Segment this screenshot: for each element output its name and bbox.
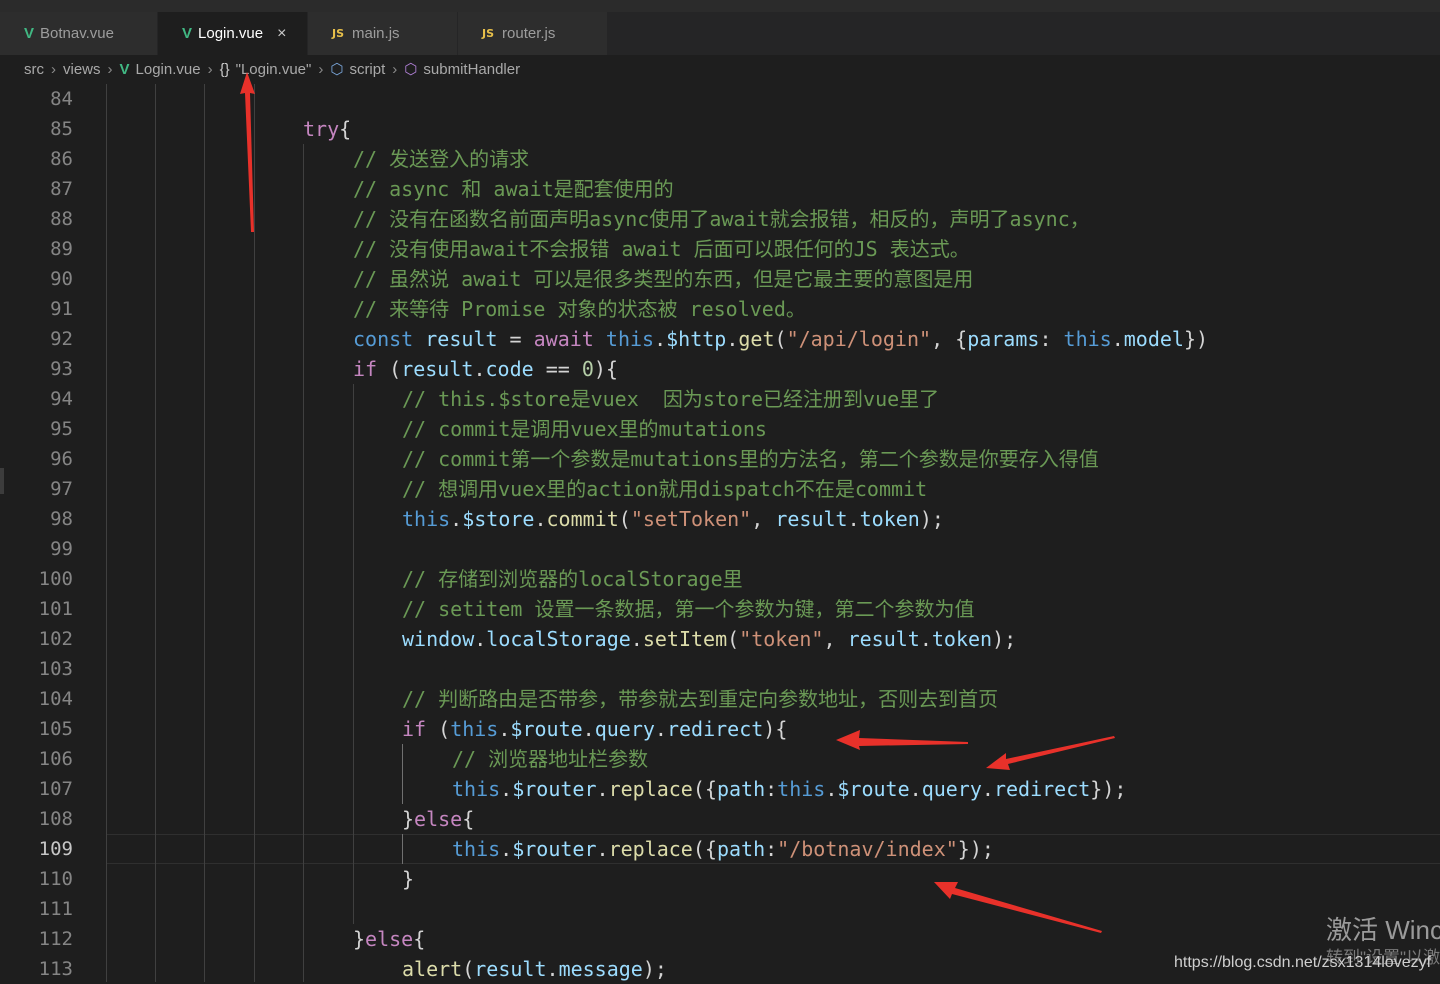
annotation-arrow-up-left <box>934 882 1102 933</box>
annotation-arrow-left <box>836 730 968 750</box>
source-url-watermark: https://blog.csdn.net/zsx1314lovezyf <box>1174 954 1432 971</box>
annotation-arrow-down-left <box>986 736 1115 770</box>
annotation-arrow-up <box>240 72 255 232</box>
annotation-arrows <box>240 72 1115 933</box>
activation-watermark: 激活 Winc <box>1326 915 1440 945</box>
